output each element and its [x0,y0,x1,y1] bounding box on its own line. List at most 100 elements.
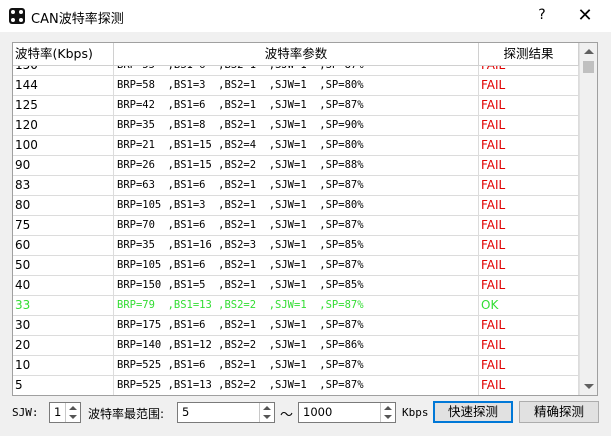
app-icon [9,8,25,24]
rate-cell: 5 [13,376,114,395]
range-max-value: 1000 [303,405,333,419]
params-cell: BRP=63 ,BS1=6 ,BS2=1 ,SJW=1 ,SP=87% [114,176,479,195]
table-row[interactable]: 40 BRP=150 ,BS1=5 ,BS2=1 ,SJW=1 ,SP=85% FA… [13,276,579,296]
result-cell: FAIL [479,196,579,215]
rate-cell: 20 [13,336,114,355]
rate-cell: 33 [13,296,114,315]
result-cell: FAIL [479,256,579,275]
precise-detect-button[interactable]: 精确探测 [519,401,599,423]
rate-cell: 80 [13,196,114,215]
vertical-scrollbar[interactable] [579,43,597,395]
table-row[interactable]: 90 BRP=26 ,BS1=15 ,BS2=2 ,SJW=1 ,SP=88% FA… [13,156,579,176]
table-row[interactable]: 60 BRP=35 ,BS1=16 ,BS2=3 ,SJW=1 ,SP=85% FA… [13,236,579,256]
params-cell: BRP=21 ,BS1=15 ,BS2=4 ,SJW=1 ,SP=80% [114,136,479,155]
range-label: 波特率最范围: [88,407,165,421]
header-result[interactable]: 探测结果 [479,43,579,65]
rate-cell: 30 [13,316,114,335]
header-baud-rate[interactable]: 波特率(Kbps) [13,43,114,65]
results-table: 150BRP=55 ,BS1=6 ,BS2=1 ,SJW=1 ,SP=87%FA… [12,42,598,396]
table-row[interactable]: 144 BRP=58 ,BS1=3 ,BS2=1 ,SJW=1 ,SP=80% FA… [13,76,579,96]
table-row[interactable]: 75 BRP=70 ,BS1=6 ,BS2=1 ,SJW=1 ,SP=87% FAI… [13,216,579,236]
params-cell: BRP=525 ,BS1=6 ,BS2=1 ,SJW=1 ,SP=87% [114,356,479,375]
close-button[interactable]: ✕ [575,4,595,28]
rate-cell: 90 [13,156,114,175]
table-row[interactable]: 33 BRP=79 ,BS1=13 ,BS2=2 ,SJW=1 ,SP=87% OK [13,296,579,316]
help-button[interactable]: ? [534,7,550,25]
result-cell: FAIL [479,356,579,375]
result-cell: FAIL [479,176,579,195]
scroll-up-icon[interactable] [584,49,594,54]
range-max-spinbox[interactable]: 1000 [298,402,396,423]
params-cell: BRP=105 ,BS1=3 ,BS2=1 ,SJW=1 ,SP=80% [114,196,479,215]
rate-cell: 40 [13,276,114,295]
params-cell: BRP=26 ,BS1=15 ,BS2=2 ,SJW=1 ,SP=88% [114,156,479,175]
range-tilde: ～ [280,408,294,423]
table-row[interactable]: 10 BRP=525 ,BS1=6 ,BS2=1 ,SJW=1 ,SP=87% FA… [13,356,579,376]
rate-cell: 144 [13,76,114,95]
table-body: 150BRP=55 ,BS1=6 ,BS2=1 ,SJW=1 ,SP=87%FA… [13,56,579,395]
table-row[interactable]: 80 BRP=105 ,BS1=3 ,BS2=1 ,SJW=1 ,SP=80% FA… [13,196,579,216]
table-row[interactable]: 30 BRP=175 ,BS1=6 ,BS2=1 ,SJW=1 ,SP=87% FA… [13,316,579,336]
result-cell: OK [479,296,579,315]
sjw-value: 1 [54,405,62,419]
table-header: 波特率(Kbps) 波特率参数 探测结果 [13,43,579,66]
fast-detect-button[interactable]: 快速探测 [433,401,513,423]
table-row[interactable]: 50 BRP=105 ,BS1=6 ,BS2=1 ,SJW=1 ,SP=87% FA… [13,256,579,276]
table-row[interactable]: 5 BRP=525 ,BS1=13 ,BS2=2 ,SJW=1 ,SP=87% FA… [13,376,579,395]
sjw-spinbox[interactable]: 1 [49,402,81,423]
rate-cell: 83 [13,176,114,195]
rate-cell: 60 [13,236,114,255]
result-cell: FAIL [479,76,579,95]
header-params[interactable]: 波特率参数 [114,43,479,65]
sjw-up-icon[interactable] [69,406,77,410]
rate-cell: 125 [13,96,114,115]
table-row[interactable]: 100 BRP=21 ,BS1=15 ,BS2=4 ,SJW=1 ,SP=80% F… [13,136,579,156]
result-cell: FAIL [479,376,579,395]
scroll-down-icon[interactable] [584,384,594,389]
result-cell: FAIL [479,276,579,295]
rate-cell: 50 [13,256,114,275]
range-max-up-icon[interactable] [384,406,392,410]
result-cell: FAIL [479,236,579,255]
range-min-down-icon[interactable] [263,415,271,419]
rate-cell: 100 [13,136,114,155]
rate-cell: 75 [13,216,114,235]
params-cell: BRP=70 ,BS1=6 ,BS2=1 ,SJW=1 ,SP=87% [114,216,479,235]
result-cell: FAIL [479,316,579,335]
range-min-value: 5 [182,405,190,419]
result-cell: FAIL [479,136,579,155]
result-cell: FAIL [479,96,579,115]
params-cell: BRP=525 ,BS1=13 ,BS2=2 ,SJW=1 ,SP=87% [114,376,479,395]
table-row[interactable]: 120 BRP=35 ,BS1=8 ,BS2=1 ,SJW=1 ,SP=90% FA… [13,116,579,136]
params-cell: BRP=42 ,BS1=6 ,BS2=1 ,SJW=1 ,SP=87% [114,96,479,115]
rate-cell: 10 [13,356,114,375]
result-cell: FAIL [479,156,579,175]
range-min-spin-buttons[interactable] [259,403,274,422]
range-min-up-icon[interactable] [263,406,271,410]
sjw-spin-buttons[interactable] [65,403,80,422]
table-row[interactable]: 83 BRP=63 ,BS1=6 ,BS2=1 ,SJW=1 ,SP=87% FAI… [13,176,579,196]
result-cell: FAIL [479,116,579,135]
params-cell: BRP=35 ,BS1=8 ,BS2=1 ,SJW=1 ,SP=90% [114,116,479,135]
params-cell: BRP=35 ,BS1=16 ,BS2=3 ,SJW=1 ,SP=85% [114,236,479,255]
result-cell: FAIL [479,336,579,355]
table-row[interactable]: 20 BRP=140 ,BS1=12 ,BS2=2 ,SJW=1 ,SP=86% F… [13,336,579,356]
params-cell: BRP=105 ,BS1=6 ,BS2=1 ,SJW=1 ,SP=87% [114,256,479,275]
params-cell: BRP=150 ,BS1=5 ,BS2=1 ,SJW=1 ,SP=85% [114,276,479,295]
range-min-spinbox[interactable]: 5 [177,402,275,423]
control-bar: SJW: 1 波特率最范围: 5 ～ 1000 Kbps 快速探测 精确探测 [0,398,611,436]
scroll-thumb[interactable] [583,61,594,73]
range-max-spin-buttons[interactable] [380,403,395,422]
unit-label: Kbps [402,406,429,419]
rate-cell: 120 [13,116,114,135]
sjw-down-icon[interactable] [69,415,77,419]
params-cell: BRP=58 ,BS1=3 ,BS2=1 ,SJW=1 ,SP=80% [114,76,479,95]
window-title: CAN波特率探测 [31,12,124,27]
sjw-label: SJW: [12,406,39,419]
table-row[interactable]: 125 BRP=42 ,BS1=6 ,BS2=1 ,SJW=1 ,SP=87% FA… [13,96,579,116]
params-cell: BRP=175 ,BS1=6 ,BS2=1 ,SJW=1 ,SP=87% [114,316,479,335]
params-cell: BRP=140 ,BS1=12 ,BS2=2 ,SJW=1 ,SP=86% [114,336,479,355]
title-bar: CAN波特率探测 ? ✕ [0,0,611,32]
range-max-down-icon[interactable] [384,415,392,419]
result-cell: FAIL [479,216,579,235]
